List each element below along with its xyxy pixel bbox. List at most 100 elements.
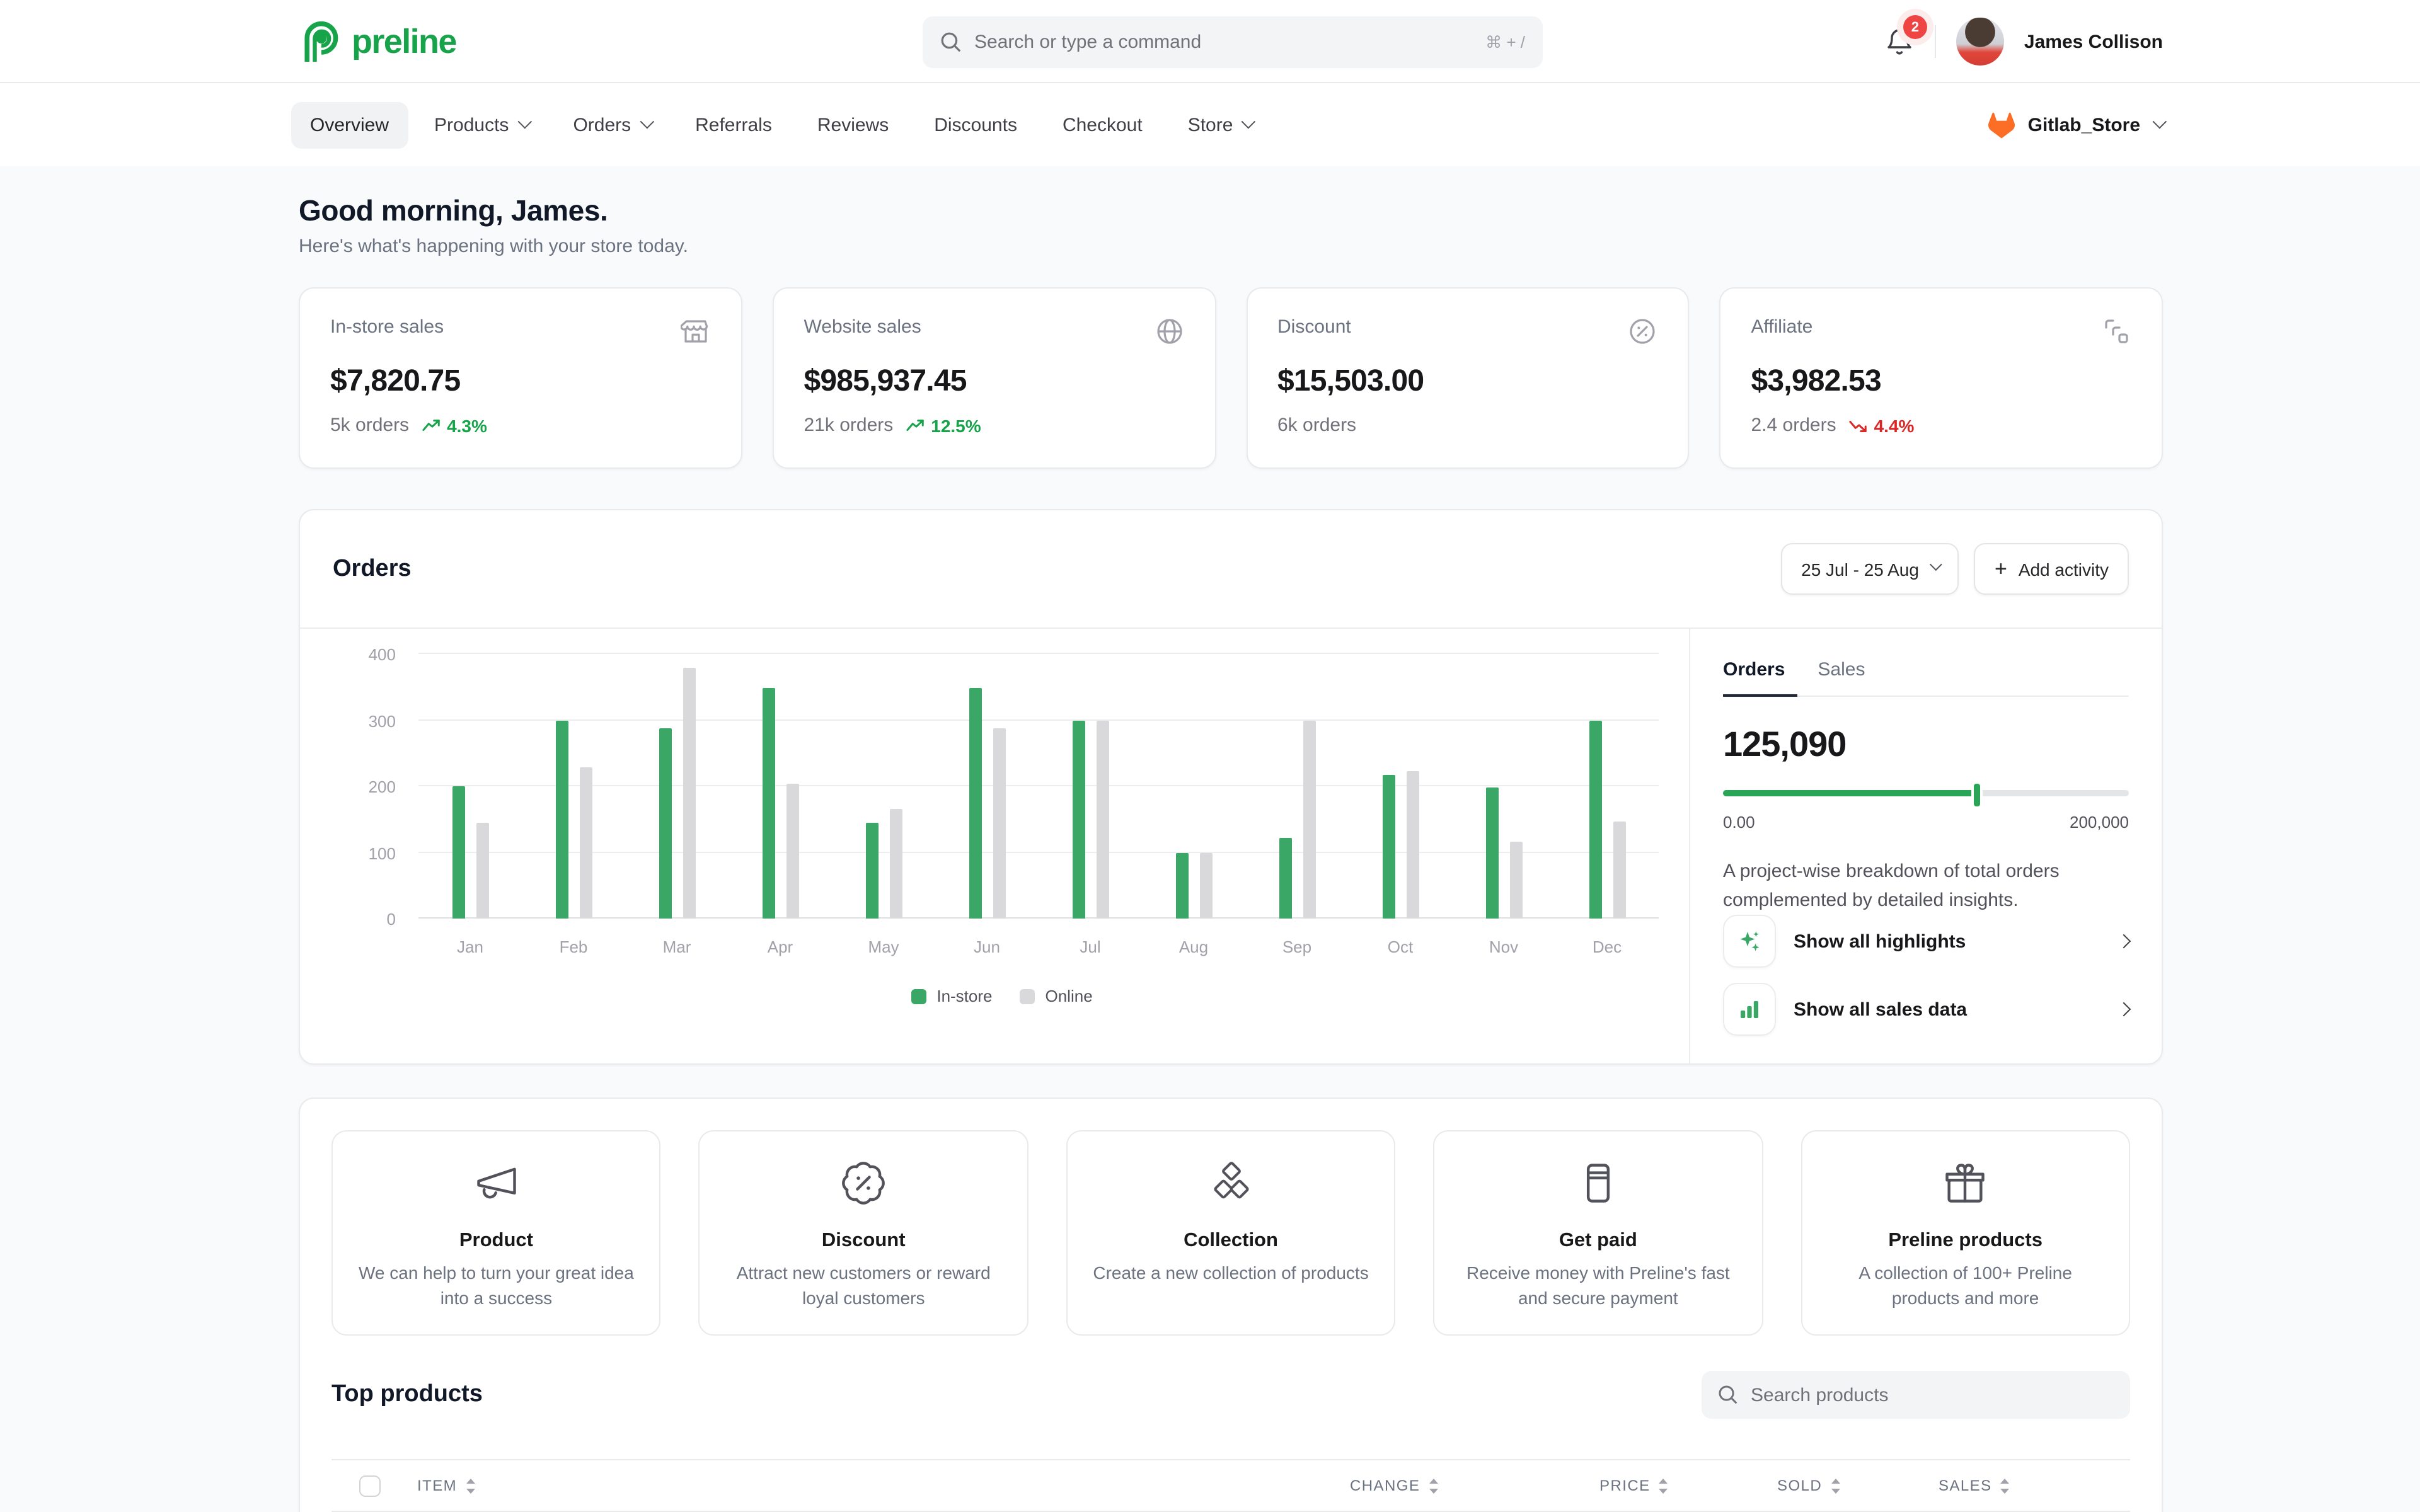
y-axis-label: 0 (345, 910, 396, 929)
stat-card-in-store-sales[interactable]: In-store sales $7,820.75 5k orders 4.3% (299, 287, 742, 469)
bar-in-store-jul[interactable] (1072, 720, 1085, 919)
stat-orders: 2.4 orders (1751, 415, 1836, 436)
column-header-sold[interactable]: SOLD (1777, 1477, 1939, 1494)
notifications-button[interactable]: 2 (1884, 26, 1915, 57)
quick-card-get-paid[interactable]: Get paid Receive money with Preline's fa… (1433, 1130, 1763, 1336)
global-search[interactable]: ⌘ + / (923, 16, 1543, 68)
stat-label: Affiliate (1751, 316, 1813, 338)
chevron-down-icon (1242, 114, 1256, 129)
column-header-item[interactable]: ITEM (417, 1477, 1350, 1494)
bar-in-store-mar[interactable] (659, 728, 671, 919)
orders-section: Orders 25 Jul - 25 Aug + Add activity 01… (299, 509, 2163, 1065)
bar-in-store-may[interactable] (865, 823, 878, 919)
avatar[interactable] (1956, 18, 2004, 66)
bar-in-store-dec[interactable] (1589, 720, 1601, 919)
top-bar: preline ⌘ + / 2 James Collison (0, 0, 2420, 83)
add-activity-button[interactable]: + Add activity (1974, 543, 2129, 595)
column-label: PRICE (1599, 1477, 1651, 1494)
tab-sales[interactable]: Sales (1818, 659, 1865, 696)
bar-online-sep[interactable] (1303, 720, 1315, 919)
chevron-right-icon (2117, 1002, 2131, 1017)
stat-card-affiliate[interactable]: Affiliate $3,982.53 2.4 orders 4.4% (1720, 287, 2164, 469)
orders-progress[interactable] (1723, 790, 2129, 796)
nav-item-orders[interactable]: Orders (554, 101, 669, 148)
nav-item-checkout[interactable]: Checkout (1044, 101, 1161, 148)
quick-card-collection[interactable]: Collection Create a new collection of pr… (1066, 1130, 1396, 1336)
range-min: 0.00 (1723, 812, 1755, 831)
bar-online-mar[interactable] (683, 667, 695, 919)
bar-in-store-jun[interactable] (969, 689, 981, 919)
stat-card-website-sales[interactable]: Website sales $985,937.45 21k orders 12.… (773, 287, 1216, 469)
stat-card-discount[interactable]: Discount $15,503.00 6k orders (1246, 287, 1690, 469)
x-axis-label: Apr (751, 937, 809, 956)
products-search[interactable] (1702, 1371, 2130, 1419)
preline-logo[interactable]: preline (299, 0, 456, 83)
products-search-input[interactable] (1751, 1384, 2114, 1406)
bar-online-apr[interactable] (786, 784, 798, 919)
page-subtitle: Here's what's happening with your store … (299, 236, 2163, 257)
nav-item-referrals[interactable]: Referrals (676, 101, 791, 148)
bar-online-jul[interactable] (1096, 720, 1109, 919)
legend-label: In-store (936, 987, 992, 1005)
trend-up-icon (422, 418, 441, 433)
nav-item-discounts[interactable]: Discounts (915, 101, 1036, 148)
stat-value: $3,982.53 (1751, 364, 2132, 399)
orders-total: 125,090 (1723, 724, 2129, 765)
nav-item-reviews[interactable]: Reviews (798, 101, 908, 148)
gift-icon (1942, 1159, 1990, 1207)
chevron-right-icon (2117, 934, 2131, 949)
top-products-table: ITEM CHANGE PRICE SOLD (331, 1459, 2130, 1512)
store-switcher-label: Gitlab_Store (2028, 114, 2140, 135)
chevron-down-icon (640, 114, 654, 129)
bar-in-store-apr[interactable] (762, 689, 775, 919)
bar-group-jun (958, 689, 1016, 919)
quick-card-preline-products[interactable]: Preline products A collection of 100+ Pr… (1801, 1130, 2130, 1336)
legend-swatch-online (1020, 988, 1035, 1004)
range-max: 200,000 (2070, 812, 2129, 831)
top-products-title: Top products (331, 1381, 483, 1409)
bar-online-jan[interactable] (476, 823, 488, 919)
orders-progress-handle[interactable] (1974, 784, 1981, 806)
nav-item-store[interactable]: Store (1169, 101, 1271, 148)
column-header-sales[interactable]: SALES (1939, 1477, 2102, 1494)
bar-online-dec[interactable] (1613, 822, 1625, 919)
bar-in-store-jan[interactable] (452, 786, 464, 919)
date-range-button[interactable]: 25 Jul - 25 Aug (1781, 543, 1959, 595)
bar-online-aug[interactable] (1199, 852, 1212, 919)
bar-in-store-nov[interactable] (1485, 787, 1498, 919)
store-switcher[interactable]: Gitlab_Store (1988, 83, 2163, 166)
bar-online-feb[interactable] (579, 768, 592, 919)
main-content: Good morning, James. Here's what's happe… (0, 166, 2420, 1512)
column-header-change[interactable]: CHANGE (1350, 1477, 1599, 1494)
chart-plot: 0100200300400 (418, 654, 1659, 919)
user-name[interactable]: James Collison (2024, 31, 2163, 52)
nav-item-overview[interactable]: Overview (291, 101, 408, 148)
bar-online-may[interactable] (889, 810, 902, 919)
page-title: Good morning, James. (299, 194, 2163, 228)
tab-orders[interactable]: Orders (1723, 659, 1785, 696)
y-axis-label: 300 (345, 711, 396, 730)
nav-item-products[interactable]: Products (415, 101, 546, 148)
bar-in-store-oct[interactable] (1382, 774, 1395, 919)
sparkles-icon (1737, 929, 1762, 954)
select-all-checkbox[interactable] (359, 1475, 381, 1496)
bars (418, 654, 1659, 919)
bar-online-oct[interactable] (1406, 771, 1419, 919)
trend-badge: 4.4% (1849, 415, 1915, 435)
show-all-highlights-link[interactable]: Show all highlights (1723, 915, 2129, 968)
show-all-sales-data-link[interactable]: Show all sales data (1723, 983, 2129, 1036)
bar-online-jun[interactable] (993, 728, 1005, 919)
chevron-down-icon (517, 114, 532, 129)
quick-card-discount[interactable]: Discount Attract new customers or reward… (699, 1130, 1028, 1336)
bar-in-store-sep[interactable] (1279, 838, 1291, 919)
quick-card-title: Discount (822, 1230, 906, 1252)
bar-online-nov[interactable] (1509, 841, 1522, 919)
x-axis-label: Jul (1061, 937, 1119, 956)
search-input[interactable] (974, 32, 1473, 53)
top-right-group: 2 James Collison (1884, 0, 2163, 83)
bar-in-store-aug[interactable] (1175, 852, 1188, 919)
column-header-price[interactable]: PRICE (1599, 1477, 1777, 1494)
bar-in-store-feb[interactable] (555, 720, 568, 919)
orders-description: A project-wise breakdown of total orders… (1723, 856, 2129, 915)
quick-card-product[interactable]: Product We can help to turn your great i… (331, 1130, 661, 1336)
